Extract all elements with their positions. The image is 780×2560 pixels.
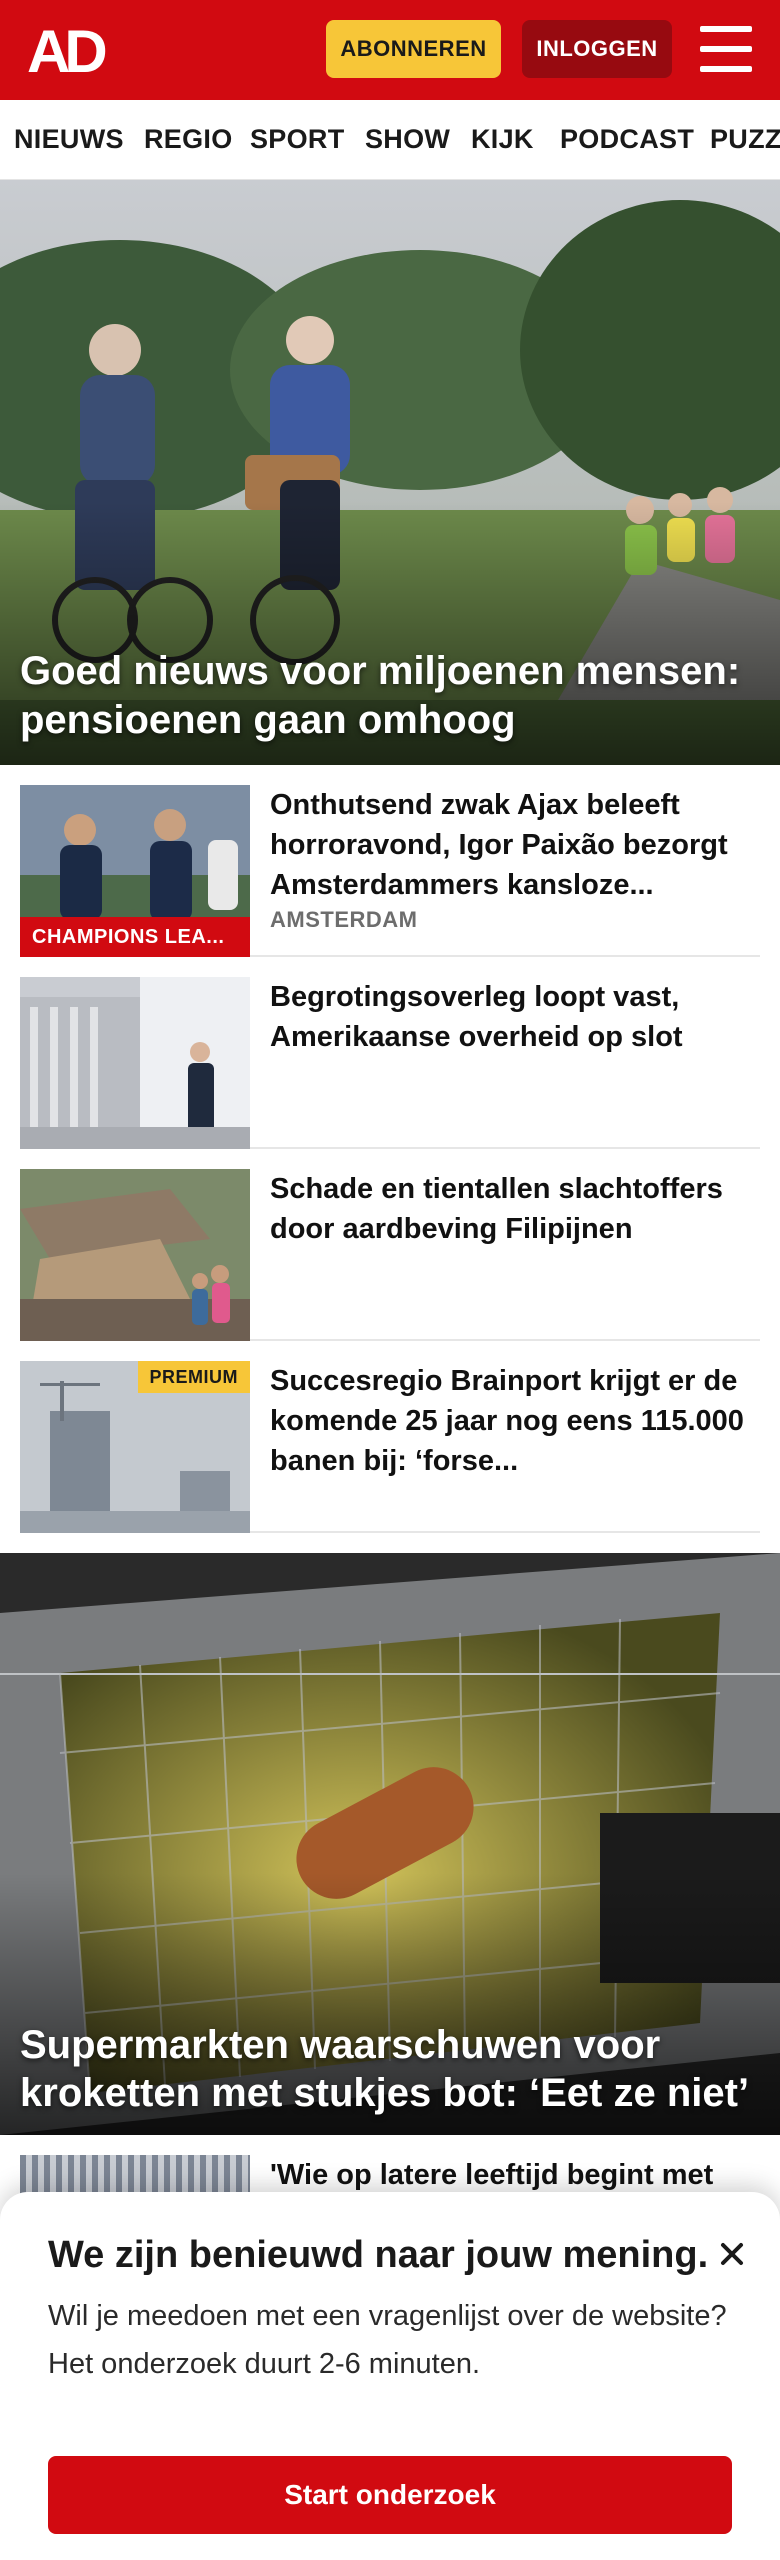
- nav-item-nieuws[interactable]: NIEUWS: [14, 124, 124, 155]
- survey-text: Wil je meedoen met een vragenlijst over …: [48, 2292, 728, 2388]
- article-thumbnail: [20, 977, 250, 1149]
- article-title[interactable]: Succesregio Brainport krijgt er de komen…: [270, 1361, 750, 1481]
- hero-title[interactable]: Goed nieuws voor miljoenen mensen: pensi…: [20, 647, 760, 745]
- logo-text: AD: [27, 22, 105, 78]
- hero-article-2[interactable]: Supermarkten waarschuwen voor kroketten …: [0, 1553, 780, 2135]
- survey-title: We zijn benieuwd naar jouw mening.: [48, 2234, 709, 2276]
- hamburger-menu-icon[interactable]: [700, 26, 752, 72]
- article-title[interactable]: Schade en tientallen slachtof­fers door …: [270, 1169, 750, 1249]
- survey-text-line2: Het onderzoek duurt 2-6 minuten.: [48, 2348, 481, 2380]
- article-thumbnail: PREMIUM: [20, 1361, 250, 1533]
- article-title[interactable]: Onthutsend zwak Ajax beleeft horroravond…: [270, 785, 750, 905]
- site-header: AD ABONNEREN INLOGGEN: [0, 0, 780, 100]
- survey-popup: We zijn benieuwd naar jouw mening. Wil j…: [0, 2192, 780, 2560]
- article-thumbnail: CHAMPIONS LEA...: [20, 785, 250, 957]
- hero2-title[interactable]: Supermarkten waarschuwen voor kroketten …: [20, 2021, 760, 2117]
- article-title[interactable]: 'Wie op latere leeftijd begint met: [270, 2155, 750, 2195]
- list-item[interactable]: Schade en tientallen slachtof­fers door …: [20, 1149, 760, 1341]
- survey-text-line1: Wil je meedoen met een vragenlijst over …: [48, 2300, 727, 2332]
- list-item[interactable]: Begrotingsoverleg loopt vast, Amerikaans…: [20, 957, 760, 1149]
- login-button[interactable]: INLOGGEN: [522, 20, 672, 78]
- article-thumbnail: [20, 1169, 250, 1341]
- hero-article[interactable]: Goed nieuws voor miljoenen mensen: pensi…: [0, 180, 780, 765]
- subscribe-button[interactable]: ABONNEREN: [326, 20, 501, 78]
- nav-item-puzzels[interactable]: PUZZ: [710, 124, 780, 155]
- article-title[interactable]: Begrotingsoverleg loopt vast, Amerikaans…: [270, 977, 750, 1057]
- category-badge: CHAMPIONS LEA...: [20, 917, 250, 957]
- section-nav: NIEUWS REGIO SPORT SHOW KIJK PODCAST PUZ…: [0, 100, 780, 180]
- nav-item-sport[interactable]: SPORT: [250, 124, 345, 155]
- close-icon[interactable]: [714, 2236, 750, 2272]
- start-survey-button[interactable]: Start onderzoek: [48, 2456, 732, 2534]
- list-item[interactable]: CHAMPIONS LEA... Onthutsend zwak Ajax be…: [20, 765, 760, 957]
- nav-item-regio[interactable]: REGIO: [144, 124, 233, 155]
- nav-item-podcast[interactable]: PODCAST: [560, 124, 694, 155]
- list-item[interactable]: PREMIUM Succesregio Brainport krijgt er …: [20, 1341, 760, 1533]
- article-location: AMSTERDAM: [270, 907, 418, 932]
- nav-item-kijk[interactable]: KIJK: [471, 124, 534, 155]
- ad-logo[interactable]: AD: [25, 22, 117, 78]
- nav-item-show[interactable]: SHOW: [365, 124, 450, 155]
- premium-badge: PREMIUM: [137, 1361, 250, 1393]
